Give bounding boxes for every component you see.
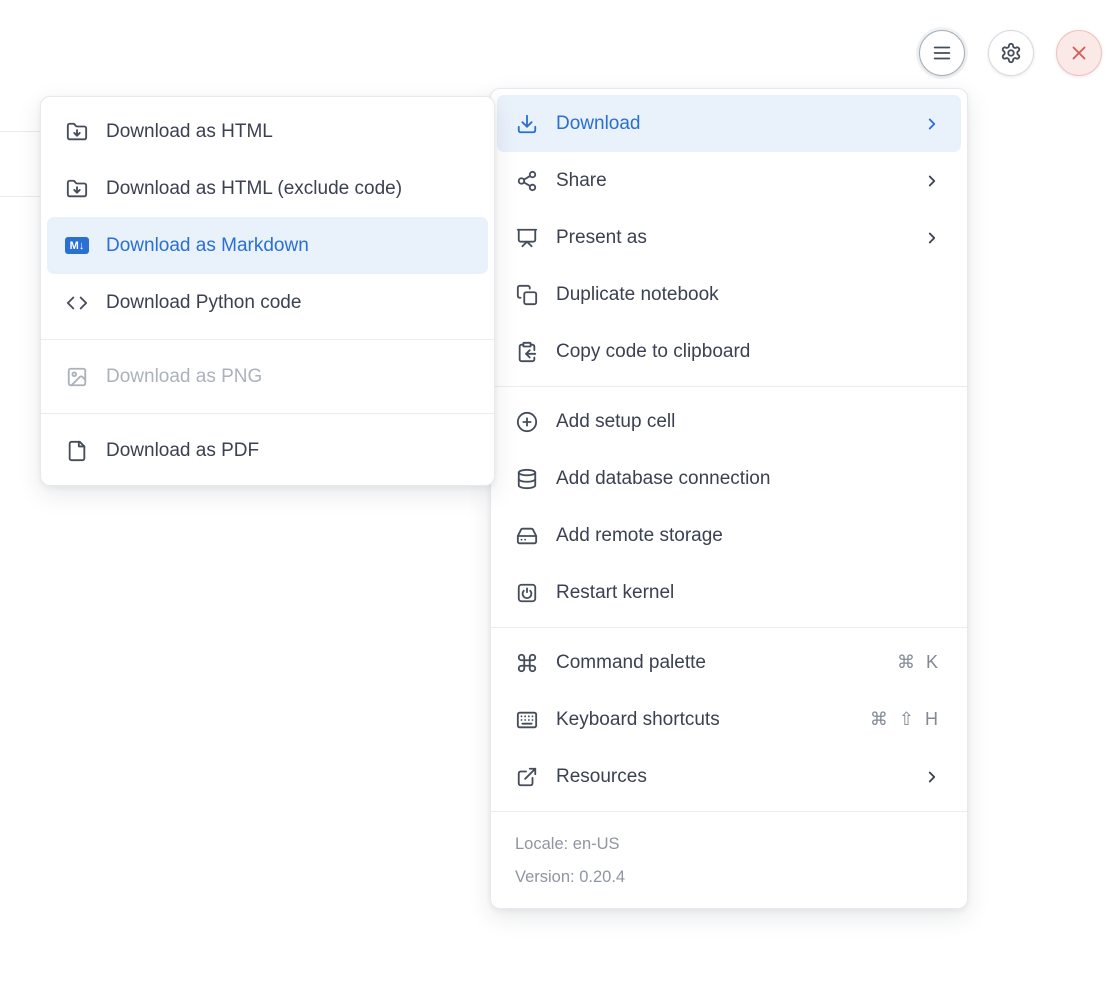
menu-item-keyboard-shortcuts[interactable]: Keyboard shortcuts ⌘ ⇧ H: [497, 691, 961, 748]
download-submenu: Download as HTML Download as HTML (exclu…: [40, 96, 495, 486]
shortcut-hint: ⌘ ⇧ H: [870, 709, 941, 730]
menu-item-share[interactable]: Share: [497, 152, 961, 209]
clipboard-copy-icon: [515, 340, 539, 364]
menu-item-download-as-markdown[interactable]: M↓ Download as Markdown: [47, 217, 488, 274]
version-text: Version: 0.20.4: [515, 861, 943, 894]
chevron-right-icon: [923, 768, 941, 786]
menu-item-duplicate-notebook[interactable]: Duplicate notebook: [497, 266, 961, 323]
close-icon: [1067, 41, 1091, 65]
menu-item-download-as-pdf[interactable]: Download as PDF: [47, 422, 488, 479]
file-icon: [65, 439, 89, 463]
menu-item-add-remote-storage[interactable]: Add remote storage: [497, 507, 961, 564]
shortcut-hint: ⌘ K: [897, 652, 941, 673]
page-artifact-line: [0, 196, 41, 197]
menu-item-label: Download as PDF: [106, 440, 468, 462]
menu-item-resources[interactable]: Resources: [497, 748, 961, 805]
presentation-icon: [515, 226, 539, 250]
settings-button[interactable]: [988, 30, 1034, 76]
page-artifact-line: [0, 131, 41, 132]
menu-item-download-as-png[interactable]: Download as PNG: [47, 348, 488, 405]
menu-item-label: Download as HTML (exclude code): [106, 178, 468, 200]
menu-item-label: Add remote storage: [556, 525, 941, 547]
menu-item-restart-kernel[interactable]: Restart kernel: [497, 564, 961, 621]
notebook-actions-menu: Download Share Present as Duplicate note…: [490, 88, 968, 909]
menu-item-label: Download as PNG: [106, 366, 468, 388]
menu-item-label: Duplicate notebook: [556, 284, 941, 306]
database-icon: [515, 467, 539, 491]
image-icon: [65, 365, 89, 389]
folder-down-icon: [65, 120, 89, 144]
menu-item-label: Download as Markdown: [106, 235, 468, 257]
close-button[interactable]: [1056, 30, 1102, 76]
share-icon: [515, 169, 539, 193]
menu-item-add-database-connection[interactable]: Add database connection: [497, 450, 961, 507]
markdown-icon: M↓: [65, 234, 89, 258]
menu-item-download-as-html-exclude-code[interactable]: Download as HTML (exclude code): [47, 160, 488, 217]
menu-divider: [41, 339, 494, 340]
menu-divider: [491, 386, 967, 387]
menu-item-present-as[interactable]: Present as: [497, 209, 961, 266]
plus-circle-icon: [515, 410, 539, 434]
hard-drive-icon: [515, 524, 539, 548]
menu-item-label: Add setup cell: [556, 411, 941, 433]
command-icon: [515, 651, 539, 675]
menu-divider: [41, 413, 494, 414]
menu-item-label: Command palette: [556, 652, 880, 674]
menu-item-label: Download as HTML: [106, 121, 468, 143]
menu-item-add-setup-cell[interactable]: Add setup cell: [497, 393, 961, 450]
menu-item-label: Copy code to clipboard: [556, 341, 941, 363]
menu-item-label: Share: [556, 170, 906, 192]
menu-item-label: Restart kernel: [556, 582, 941, 604]
menu-item-label: Resources: [556, 766, 906, 788]
menu-item-download-python-code[interactable]: Download Python code: [47, 274, 488, 331]
menu-divider: [491, 627, 967, 628]
menu-item-label: Add database connection: [556, 468, 941, 490]
keyboard-icon: [515, 708, 539, 732]
download-icon: [515, 112, 539, 136]
menu-item-label: Download Python code: [106, 292, 468, 314]
menu-item-command-palette[interactable]: Command palette ⌘ K: [497, 634, 961, 691]
notebook-menu-button[interactable]: [919, 30, 965, 76]
menu-item-copy-code[interactable]: Copy code to clipboard: [497, 323, 961, 380]
menu-item-label: Present as: [556, 227, 906, 249]
external-link-icon: [515, 765, 539, 789]
folder-down-icon: [65, 177, 89, 201]
gear-icon: [999, 41, 1023, 65]
menu-footer: Locale: en-US Version: 0.20.4: [497, 818, 961, 902]
menu-item-label: Download: [556, 113, 906, 135]
menu-divider: [491, 811, 967, 812]
chevron-right-icon: [923, 229, 941, 247]
chevron-right-icon: [923, 115, 941, 133]
chevron-right-icon: [923, 172, 941, 190]
locale-text: Locale: en-US: [515, 828, 943, 861]
code-icon: [65, 291, 89, 315]
power-icon: [515, 581, 539, 605]
menu-item-download[interactable]: Download: [497, 95, 961, 152]
menu-item-download-as-html[interactable]: Download as HTML: [47, 103, 488, 160]
hamburger-icon: [930, 41, 954, 65]
duplicate-icon: [515, 283, 539, 307]
menu-item-label: Keyboard shortcuts: [556, 709, 853, 731]
